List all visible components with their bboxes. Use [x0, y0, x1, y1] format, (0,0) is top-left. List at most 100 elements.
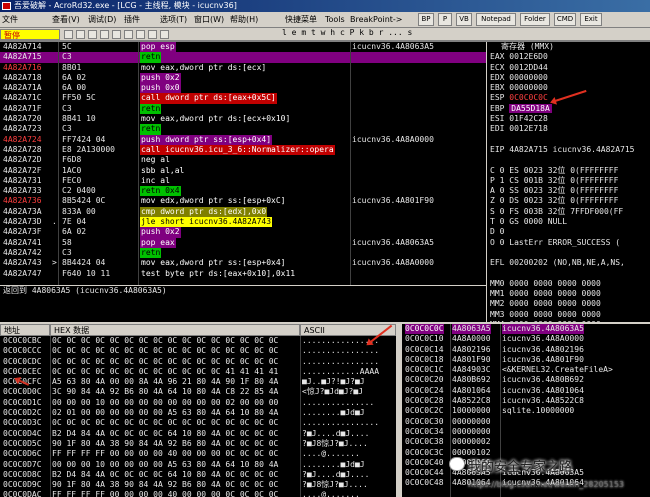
flags-row[interactable]: S 0 FS 003B 32位 7FFDF000(FF: [487, 207, 650, 217]
disasm-row[interactable]: 4A82A73D. 7E 04 jle short icucnv36.4A82A74…: [0, 217, 486, 228]
disasm-row[interactable]: 4A82A733 C2 0400 retn 0x4: [0, 186, 486, 197]
disasm-row[interactable]: 4A82A73A 833A 00 cmp dword ptr ds:[edx],0x…: [0, 206, 486, 218]
stack-row[interactable]: 0C0C0C1C 4A84903C <&KERNEL32.CreateFileA>: [402, 365, 650, 375]
disasm-row[interactable]: 4A82A718 6A 02 push 0x2: [0, 72, 486, 84]
flags-row[interactable]: MM0 0000 0000 0000 0000: [487, 279, 650, 289]
eip-row[interactable]: EIP 4A82A715 icucnv36.4A82A715: [487, 145, 650, 155]
flags-row[interactable]: P 1 CS 001B 32位 0(FFFFFFFF: [487, 176, 650, 186]
flags-row[interactable]: MM1 0000 0000 0000 0000: [487, 289, 650, 299]
stack-row[interactable]: 0C0C0C2C 10000000 sqlite.10000000: [402, 406, 650, 416]
dump-row[interactable]: 0C0C0D8C B2 D4 84 4A 0C 0C 0C 0C 64 10 80…: [0, 470, 396, 480]
letter-p-button[interactable]: P: [350, 28, 355, 37]
dump-row[interactable]: 0C0C0CDC 0C 0C 0C 0C 0C 0C 0C 0C 0C 0C 0C…: [0, 357, 396, 367]
letter-l-button[interactable]: l: [282, 28, 287, 37]
register-value[interactable]: 00000000: [509, 73, 548, 82]
dump-row[interactable]: 0C0C0D5C 90 1F 80 4A 38 90 84 4A 92 B6 80…: [0, 439, 396, 449]
step-into-icon[interactable]: [124, 30, 133, 39]
menu-plugins[interactable]: 插件: [124, 14, 140, 26]
flags-row[interactable]: T 0 GS 0000 NULL: [487, 217, 650, 227]
register-row[interactable]: ECX 0012DD44: [487, 63, 650, 73]
pause-icon[interactable]: [112, 30, 121, 39]
window-titlebar[interactable]: 吾爱破解 - AcroRd32.exe - [LCG - 主线程, 模块 - i…: [0, 0, 650, 12]
flags-row[interactable]: MM2 0000 0000 0000 0000: [487, 299, 650, 309]
dump-row[interactable]: 0C0C0CBC 0C 0C 0C 0C 0C 0C 0C 0C 0C 0C 0C…: [0, 336, 396, 346]
register-row[interactable]: EAX 0012E6D0: [487, 52, 650, 62]
stack-row[interactable]: 0C0C0C38 00000002: [402, 437, 650, 447]
flags-row[interactable]: EFL 00200202 (NO,NB,NE,A,NS,: [487, 258, 650, 268]
register-value[interactable]: 01F42C28: [509, 114, 548, 123]
disasm-row[interactable]: 4A82A71F C3 retn: [0, 103, 486, 115]
menu-shortcuts[interactable]: 快捷菜单: [285, 14, 317, 26]
flags-row[interactable]: MM3 0000 0000 0000 0000: [487, 310, 650, 320]
letter-e-button[interactable]: e: [292, 28, 297, 37]
dump-row[interactable]: 0C0C0D3C 0C 0C 0C 0C 0C 0C 0C 0C 0C 0C 0C…: [0, 418, 396, 428]
register-value[interactable]: 0012E6D0: [509, 52, 548, 61]
disasm-row[interactable]: 4A82A71C FF50 5C call dword ptr ds:[eax+0x…: [0, 93, 486, 104]
menu-options[interactable]: 选项(T): [160, 14, 187, 26]
disasm-row[interactable]: 4A82A72F 1AC0 sbb al,al: [0, 166, 486, 176]
toolbar-p-button[interactable]: P: [438, 13, 452, 26]
stack-row[interactable]: 0C0C0C0C 4A8063A5 icucnv36.4A8063A5: [402, 324, 650, 335]
register-row[interactable]: EDX 00000000: [487, 73, 650, 83]
letter-s-button[interactable]: s: [408, 28, 413, 37]
open-icon[interactable]: [64, 30, 73, 39]
letter-b-button[interactable]: b: [369, 28, 374, 37]
disasm-row[interactable]: 4A82A715 C3 retn: [0, 52, 486, 63]
execute-till-return-icon[interactable]: [160, 30, 169, 39]
stack-row[interactable]: 0C0C0C30 00000000: [402, 417, 650, 427]
stack-row[interactable]: 0C0C0C28 4A8522C8 icucnv36.4A8522C8: [402, 396, 650, 406]
disasm-row[interactable]: 4A82A72D F6D8 neg al: [0, 155, 486, 165]
menu-breakpoint[interactable]: BreakPoint->: [350, 14, 403, 26]
flags-row[interactable]: [487, 269, 650, 279]
dump-row[interactable]: 0C0C0CCC 0C 0C 0C 0C 0C 0C 0C 0C 0C 0C 0C…: [0, 346, 396, 356]
menu-help[interactable]: 帮助(H): [230, 14, 258, 26]
letter-t-button[interactable]: t: [311, 28, 316, 37]
flags-row[interactable]: C 0 ES 0023 32位 0(FFFFFFFF: [487, 166, 650, 176]
toolbar-bp-button[interactable]: BP: [418, 13, 434, 26]
flags-row[interactable]: D 0: [487, 227, 650, 237]
stack-row[interactable]: 0C0C0C18 4A801F90 icucnv36.4A801F90: [402, 355, 650, 365]
disasm-row[interactable]: 4A82A724 FF7424 04 push dword ptr ss:[esp+…: [0, 134, 486, 145]
disasm-row[interactable]: 4A82A714 5C pop esp icucnv36.4A8063A5: [0, 42, 486, 53]
stack-row[interactable]: 0C0C0C24 4A801064 icucnv36.4A801064: [402, 386, 650, 396]
close-icon[interactable]: [88, 30, 97, 39]
flags-row[interactable]: Z 0 DS 0023 32位 0(FFFFFFFF: [487, 196, 650, 206]
dump-row[interactable]: 0C0C0D2C 02 01 00 00 00 00 00 00 A5 63 80…: [0, 408, 396, 418]
disasm-row[interactable]: 4A82A736 8B5424 0C mov edx,dword ptr ss:[e…: [0, 196, 486, 206]
letter-dots-button[interactable]: ...: [388, 28, 402, 37]
dump-row[interactable]: 0C0C0D1C 00 00 00 10 00 00 00 00 00 00 00…: [0, 398, 396, 408]
letter-w-button[interactable]: w: [321, 28, 326, 37]
dump-row[interactable]: 0C0C0D0C 3C 90 84 4A 92 B6 80 4A 64 10 80…: [0, 387, 396, 397]
dump-row[interactable]: 0C0C0D7C 00 00 00 10 00 00 00 00 A5 63 80…: [0, 460, 396, 470]
flags-row[interactable]: [487, 248, 650, 258]
disasm-row[interactable]: 4A82A71A 6A 00 push 0x0: [0, 83, 486, 94]
stack-row[interactable]: 0C0C0C34 00000000: [402, 427, 650, 437]
flags-row[interactable]: A 0 SS 0023 32位 0(FFFFFFFF: [487, 186, 650, 196]
register-row[interactable]: ESI 01F42C28: [487, 114, 650, 124]
register-value[interactable]: 0C0C0C0C: [509, 93, 548, 102]
register-value[interactable]: DA55D18A: [509, 103, 552, 113]
letter-h-button[interactable]: h: [330, 28, 335, 37]
register-value[interactable]: 0012E718: [509, 124, 548, 133]
disasm-row[interactable]: 4A82A743 >8B4424 04 mov eax,dword ptr ss:[…: [0, 258, 486, 268]
register-value[interactable]: 0012DD44: [509, 63, 548, 72]
disassembly-pane[interactable]: 4A82A714 5C pop esp icucnv36.4A8063A5 4A82A7…: [0, 42, 486, 285]
register-row[interactable]: EBP DA55D18A: [487, 103, 650, 114]
register-row[interactable]: EBX 00000000: [487, 83, 650, 93]
flags-row[interactable]: O 0 LastErr ERROR_SUCCESS (: [487, 238, 650, 248]
menu-window[interactable]: 窗口(W): [194, 14, 224, 26]
toolbar-exit-button[interactable]: Exit: [580, 13, 602, 26]
restart-icon[interactable]: [76, 30, 85, 39]
dump-pane[interactable]: 0C0C0CBC 0C 0C 0C 0C 0C 0C 0C 0C 0C 0C 0C…: [0, 336, 396, 497]
letter-r-button[interactable]: r: [379, 28, 384, 37]
register-value[interactable]: 00000000: [509, 83, 548, 92]
registers-pane[interactable]: 寄存器 (MMX) EAX 0012E6D0 ECX 0012DD44 EDX 00…: [487, 42, 650, 322]
disasm-row[interactable]: 4A82A716 8B01 mov eax,dword ptr ds:[ecx]: [0, 63, 486, 73]
disasm-row[interactable]: 4A82A747 F640 10 11 test byte ptr ds:[eax+…: [0, 269, 486, 279]
stack-row[interactable]: 0C0C0C10 4A8A0000 icucnv36.4A8A0000: [402, 334, 650, 344]
letter-k-button[interactable]: k: [359, 28, 364, 37]
disasm-row[interactable]: 4A82A73F 6A 02 push 0x2: [0, 227, 486, 238]
run-icon[interactable]: [100, 30, 109, 39]
trace-icon[interactable]: [148, 30, 157, 39]
dump-row[interactable]: 0C0C0D4C B2 D4 84 4A 0C 0C 0C 0C 64 10 80…: [0, 429, 396, 439]
